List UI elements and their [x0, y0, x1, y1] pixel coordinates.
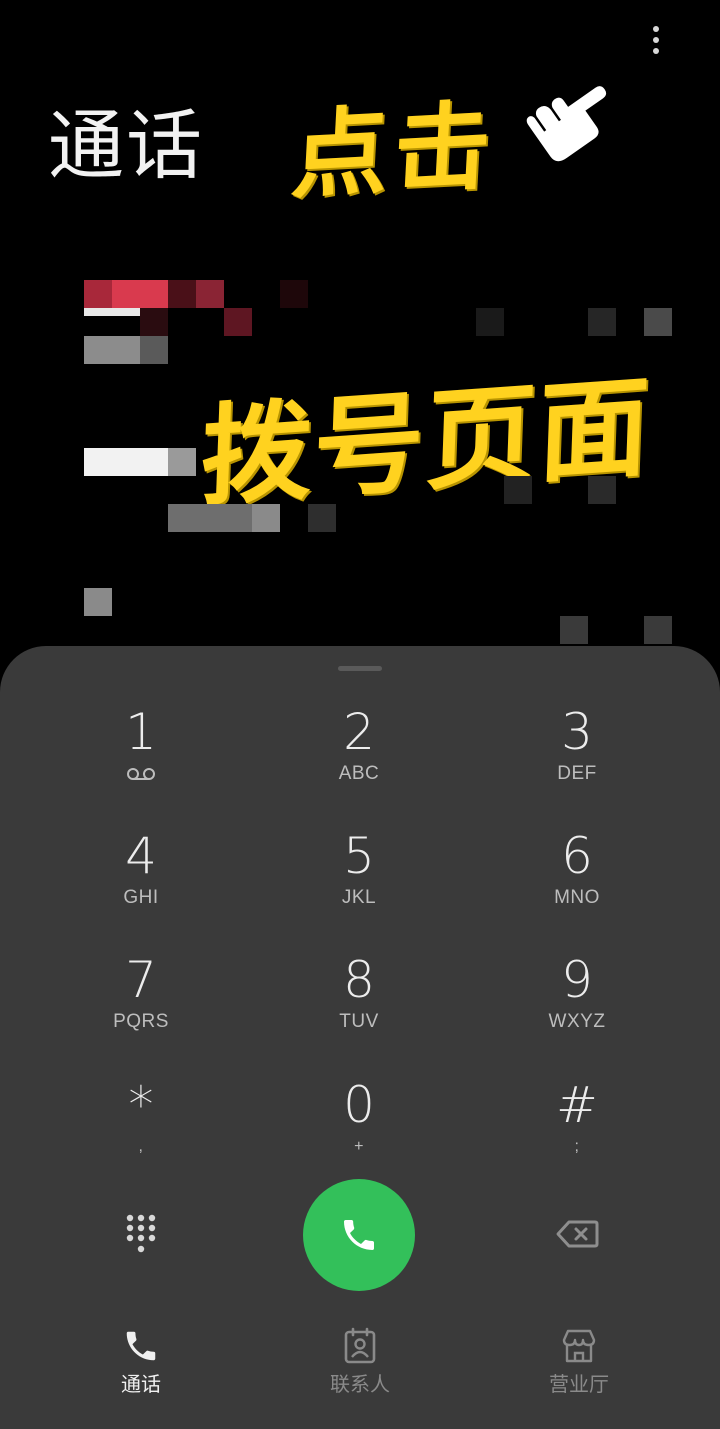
dial-key-2[interactable]: 2 ABC	[269, 703, 449, 813]
dialpad-grid-button[interactable]	[110, 1198, 172, 1270]
dial-key-hash[interactable]: # ;	[487, 1076, 667, 1186]
dial-key-0[interactable]: 0 +	[269, 1076, 449, 1186]
dial-key-4[interactable]: 4 GHI	[51, 827, 231, 937]
dialpad-grid-icon	[126, 1214, 156, 1253]
nav-label-contacts: 联系人	[330, 1372, 390, 1396]
dial-key-8[interactable]: 8 TUV	[269, 951, 449, 1061]
nav-tab-calls[interactable]: 通话	[61, 1312, 221, 1422]
bottom-navigation: 通话 联系人 营业厅	[0, 1312, 720, 1429]
dial-key-5[interactable]: 5 JKL	[269, 827, 449, 937]
pointing-hand-icon	[523, 83, 610, 165]
more-options-button[interactable]	[640, 18, 672, 62]
nav-label-calls: 通话	[121, 1372, 161, 1396]
nav-tab-contacts[interactable]: 联系人	[280, 1312, 440, 1422]
dial-key-6[interactable]: 6 MNO	[487, 827, 667, 937]
dial-key-star[interactable]: * ,	[51, 1076, 231, 1186]
dial-key-3[interactable]: 3 DEF	[487, 703, 667, 813]
store-icon	[562, 1329, 596, 1363]
sheet-drag-handle[interactable]	[338, 666, 382, 671]
phone-icon	[126, 1331, 156, 1361]
more-vertical-icon	[653, 26, 659, 32]
backspace-button[interactable]	[546, 1206, 608, 1262]
page-title: 通话	[48, 101, 204, 190]
backspace-icon	[556, 1220, 599, 1248]
contacts-icon	[344, 1327, 376, 1364]
annotation-dial-page-text: 拨号页面	[198, 362, 654, 522]
voicemail-icon	[127, 768, 155, 780]
dial-key-1[interactable]: 1	[51, 703, 231, 813]
dial-key-7[interactable]: 7 PQRS	[51, 951, 231, 1061]
nav-label-store: 营业厅	[549, 1372, 609, 1396]
nav-tab-store[interactable]: 营业厅	[499, 1312, 659, 1422]
call-button[interactable]	[303, 1179, 415, 1291]
dial-key-9[interactable]: 9 WXYZ	[487, 951, 667, 1061]
annotation-click-text: 点击	[288, 89, 500, 213]
phone-icon	[344, 1220, 374, 1250]
